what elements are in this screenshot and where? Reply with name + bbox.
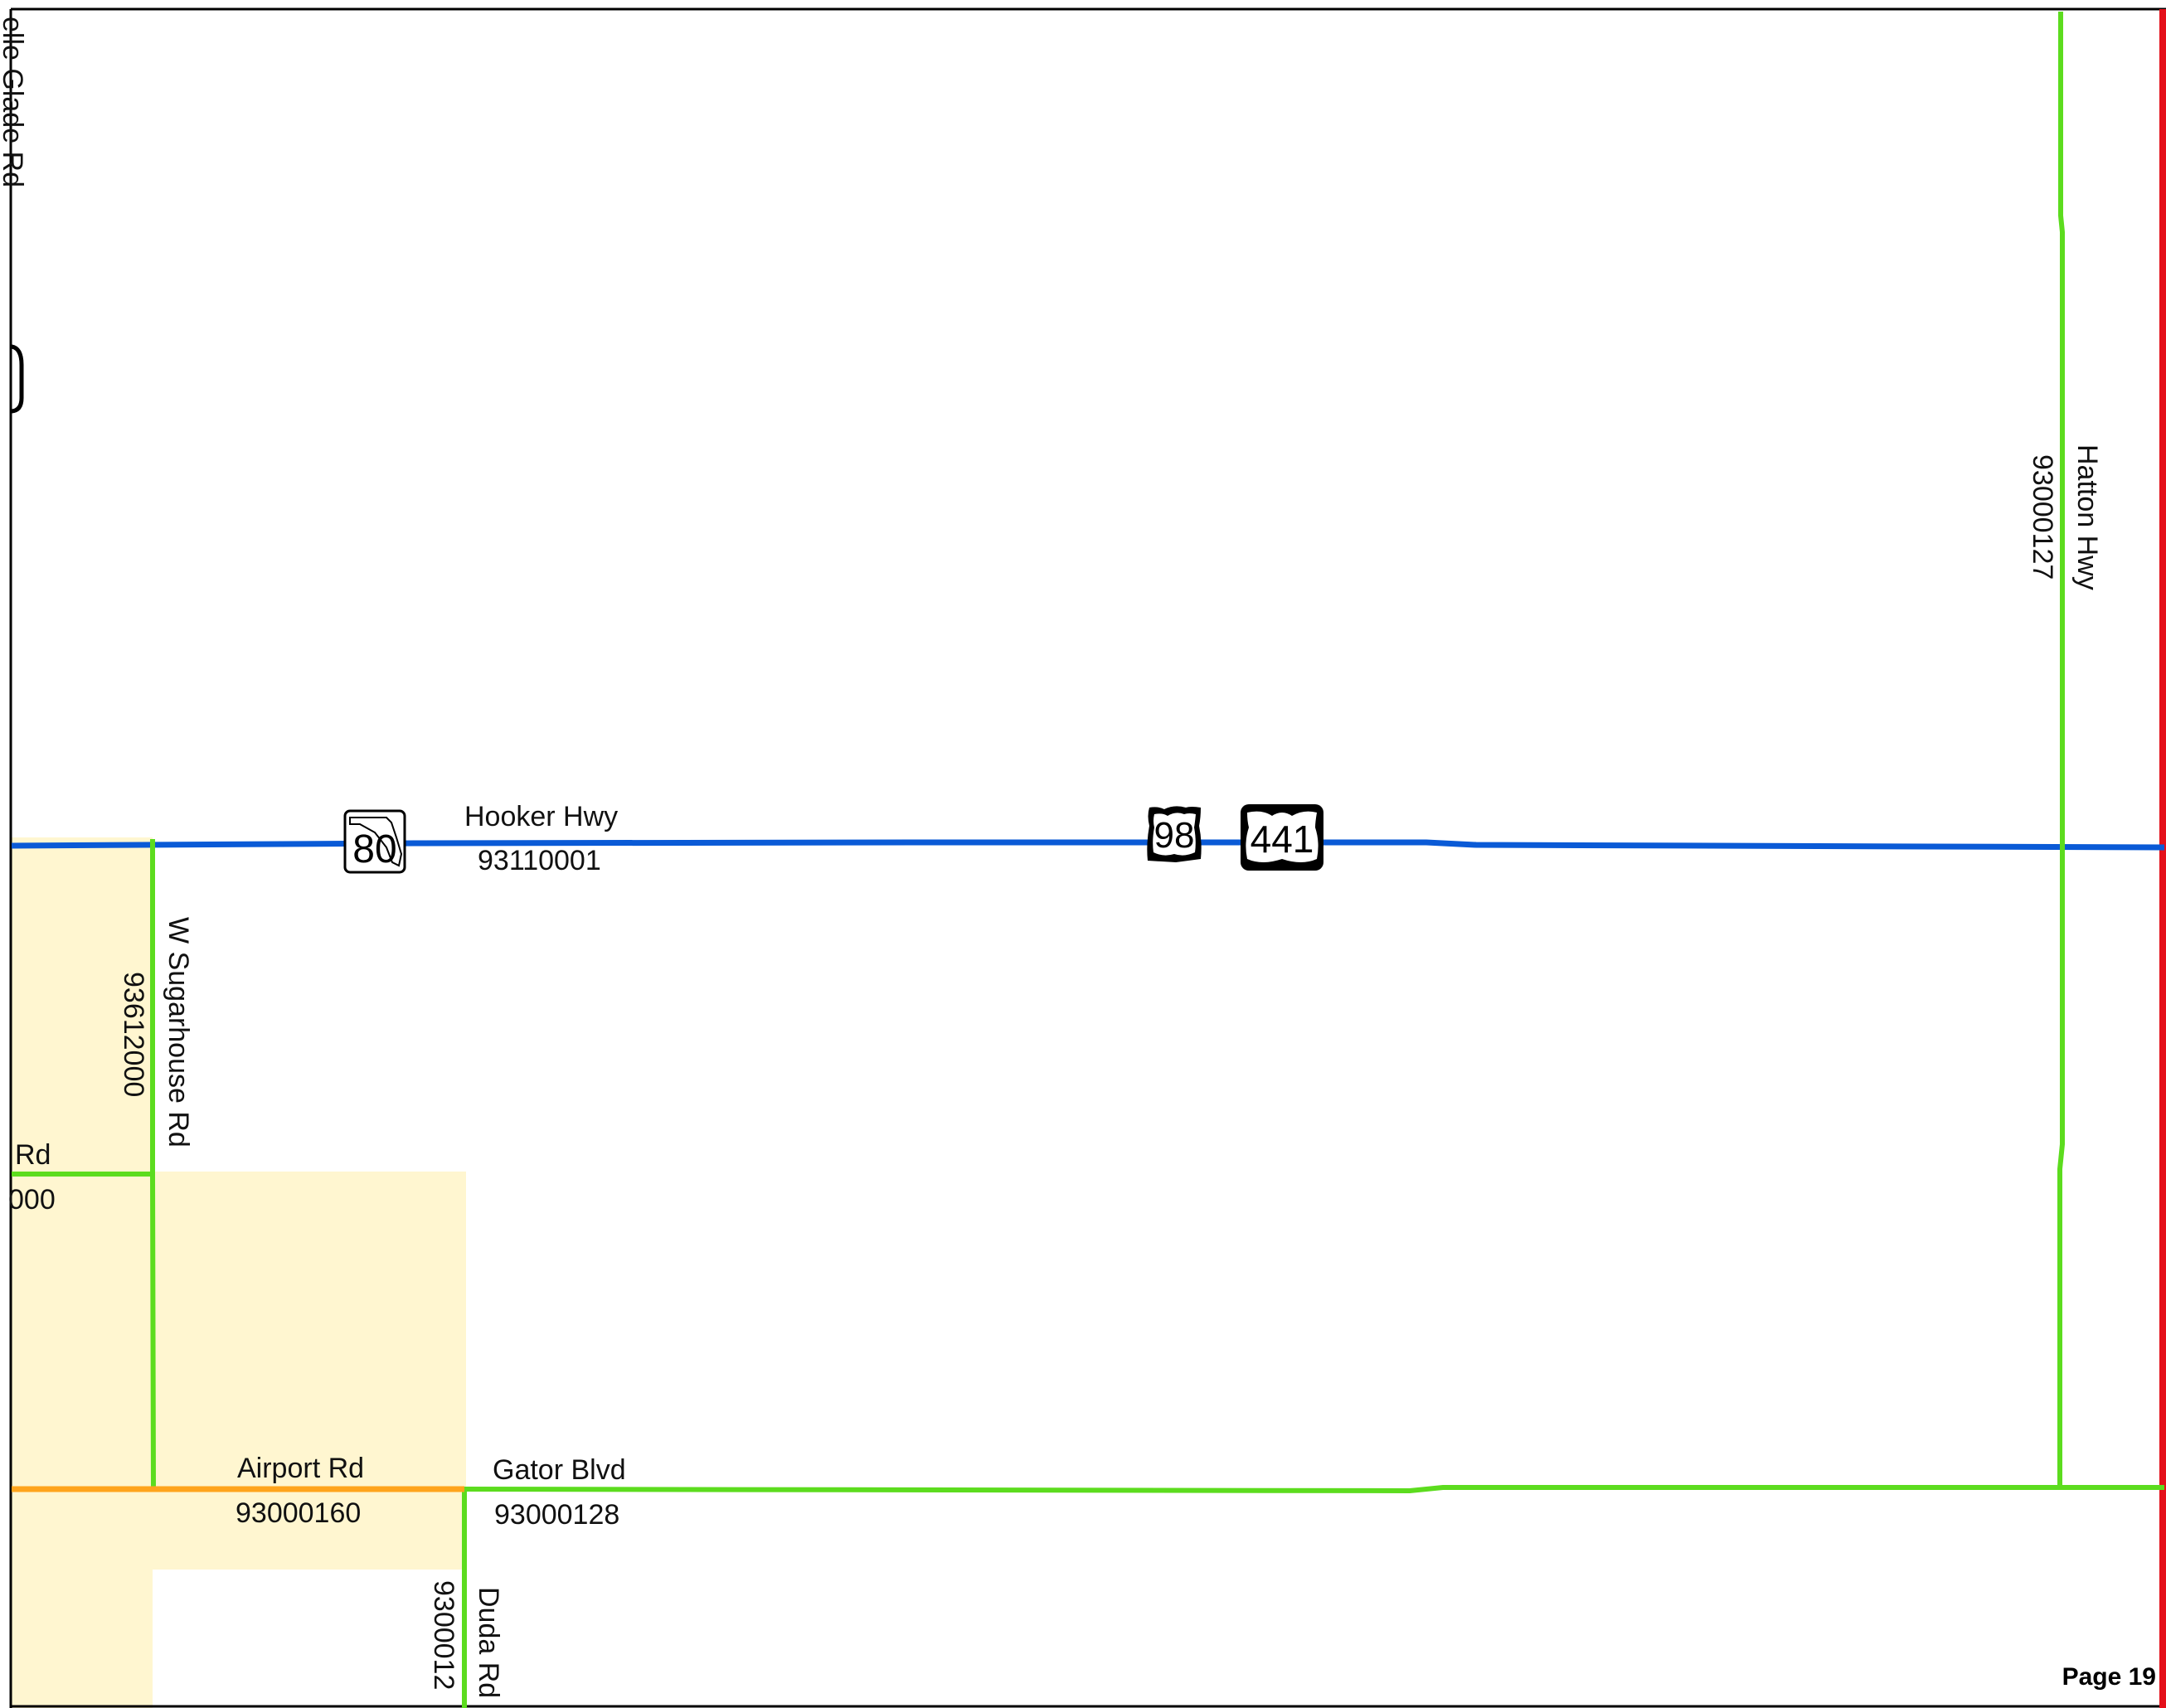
hooker-hwy-name: Hooker Hwy [464,801,618,832]
us-route-441-shield-icon[interactable]: 441 [1241,804,1323,871]
left-road-name: Rd [15,1139,51,1171]
airport-rd-id: 93000160 [236,1497,361,1529]
shield-98-number: 98 [1154,815,1195,856]
top-left-road-name: elle Glade Rd [0,17,28,187]
duda-rd-id: 9300012 [428,1580,459,1690]
hooker-hwy-id: 93110001 [478,845,601,876]
airport-rd-name: Airport Rd [237,1453,364,1484]
page-number: Page 19 [2062,1663,2156,1691]
road-map: 80 98 441 Hooker Hwy 93110001 Hatton Hwy… [0,0,2166,1708]
hatton-hwy-line[interactable] [2057,12,2065,1486]
duda-rd-name: Duda Rd [473,1587,504,1698]
w-sugarhouse-rd-id: 93612000 [118,972,149,1097]
hatton-hwy-name: Hatton Hwy [2071,444,2103,590]
shield-80-number: 80 [352,827,396,871]
shield-441-number: 441 [1251,818,1314,861]
gator-blvd-id: 93000128 [494,1499,619,1531]
us-route-98-shield-icon[interactable]: 98 [1147,806,1202,862]
hatton-hwy-id: 93000127 [2027,454,2058,580]
w-sugarhouse-rd-name: W Sugarhouse Rd [163,917,194,1148]
left-road-id: 000 [8,1184,56,1215]
gator-blvd-name: Gator Blvd [493,1454,626,1486]
state-road-80-shield-icon[interactable]: 80 [343,809,406,874]
